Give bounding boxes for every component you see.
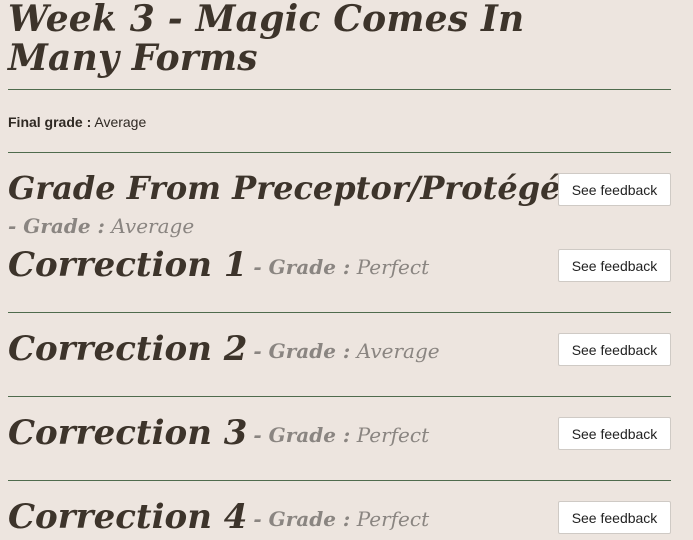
correction-3-grade: - Grade : Perfect <box>253 423 429 447</box>
correction-3-title: Correction 3 <box>8 413 248 453</box>
preceptor-grade-title: Grade From Preceptor/Protégé <box>8 169 561 207</box>
preceptor-grade-label: - Grade : <box>8 214 105 238</box>
preceptor-grade-value: Average <box>111 214 195 238</box>
grades-page: Week 3 - Magic Comes In Many Forms Final… <box>0 0 693 540</box>
divider <box>8 396 671 397</box>
divider <box>8 480 671 481</box>
preceptor-grade: - Grade : Average <box>8 213 194 239</box>
final-grade: Final grade : Average <box>8 114 146 130</box>
correction-1-grade-value: Perfect <box>356 255 430 279</box>
divider <box>8 89 671 90</box>
correction-2-grade: - Grade : Average <box>253 339 439 363</box>
week-title: Week 3 - Magic Comes In Many Forms <box>8 0 525 79</box>
correction-2-title: Correction 2 <box>8 329 248 369</box>
correction-3-grade-label: - Grade : <box>253 423 351 447</box>
correction-4-grade-label: - Grade : <box>253 507 351 531</box>
correction-1-grade-label: - Grade : <box>253 255 351 279</box>
correction-4-grade: - Grade : Perfect <box>253 507 429 531</box>
correction-1-grade: - Grade : Perfect <box>253 255 429 279</box>
correction-3-grade-value: Perfect <box>356 423 430 447</box>
correction-1-title: Correction 1 <box>8 245 248 285</box>
correction-2-grade-label: - Grade : <box>253 339 351 363</box>
correction-4-grade-value: Perfect <box>356 507 430 531</box>
correction-3-see-feedback-button[interactable]: See feedback <box>558 417 671 450</box>
correction-1-see-feedback-button[interactable]: See feedback <box>558 249 671 282</box>
correction-4-title: Correction 4 <box>8 497 248 537</box>
final-grade-value: Average <box>94 114 147 130</box>
preceptor-see-feedback-button[interactable]: See feedback <box>558 173 671 206</box>
correction-2-see-feedback-button[interactable]: See feedback <box>558 333 671 366</box>
correction-2-grade-value: Average <box>356 339 440 363</box>
correction-3-heading: Correction 3- Grade : Perfect <box>8 413 429 455</box>
divider <box>8 152 671 153</box>
correction-4-heading: Correction 4- Grade : Perfect <box>8 497 429 539</box>
final-grade-label: Final grade : <box>8 114 92 130</box>
divider <box>8 312 671 313</box>
correction-1-heading: Correction 1- Grade : Perfect <box>8 245 429 287</box>
correction-2-heading: Correction 2- Grade : Average <box>8 329 440 371</box>
correction-4-see-feedback-button[interactable]: See feedback <box>558 501 671 534</box>
